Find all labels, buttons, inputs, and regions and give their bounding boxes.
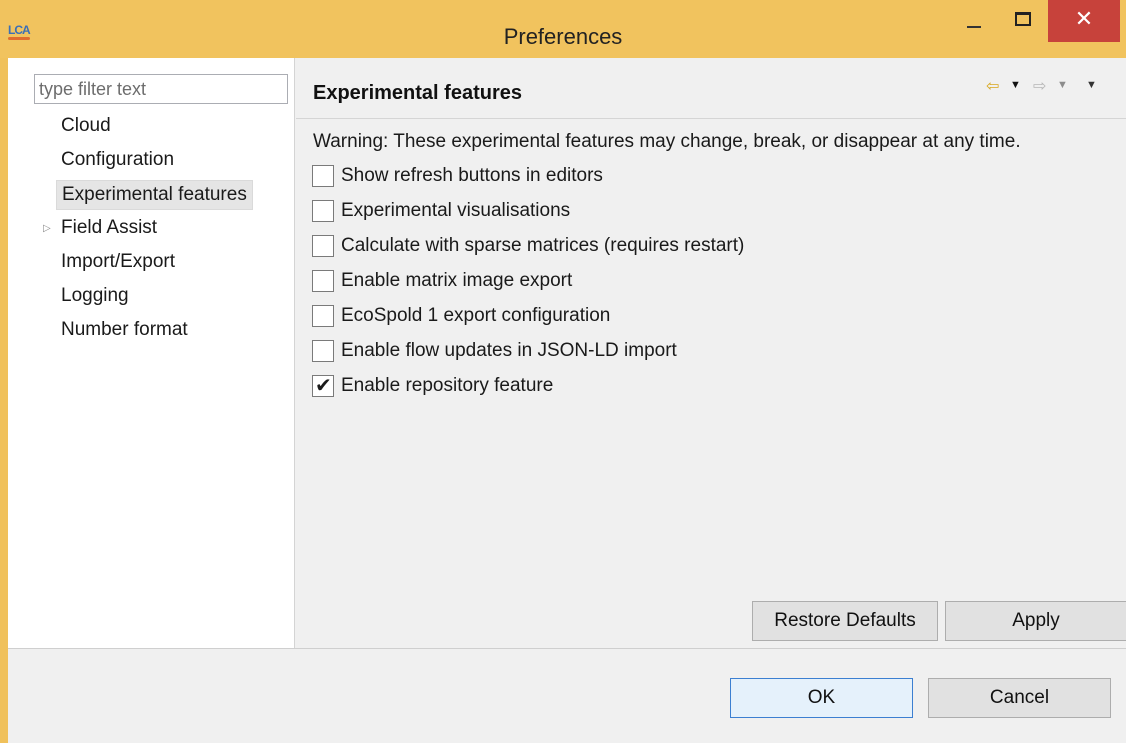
maximize-button[interactable] xyxy=(1004,0,1042,43)
preference-page: Experimental features ⇦ ▼ ⇨ ▼ ▼ Warning:… xyxy=(296,58,1126,648)
warning-text: Warning: These experimental features may… xyxy=(313,131,1021,152)
footer-divider xyxy=(8,648,1126,649)
ok-button[interactable]: OK xyxy=(730,678,913,718)
option-row[interactable]: Experimental visualisations xyxy=(312,199,1012,227)
minimize-icon xyxy=(967,26,981,28)
option-label: Calculate with sparse matrices (requires… xyxy=(341,235,745,256)
option-row[interactable]: Show refresh buttons in editors xyxy=(312,164,1012,192)
option-row[interactable]: Enable matrix image export xyxy=(312,269,1012,297)
page-title: Experimental features xyxy=(313,82,522,104)
option-label: EcoSpold 1 export configuration xyxy=(341,305,611,326)
tree-item[interactable]: Cloud xyxy=(56,112,116,142)
tree-item[interactable]: Field Assist xyxy=(56,214,162,244)
back-history-dropdown-icon[interactable]: ▼ xyxy=(1010,79,1021,91)
forward-arrow-icon[interactable]: ⇨ xyxy=(1033,76,1046,96)
cancel-button[interactable]: Cancel xyxy=(928,678,1111,718)
apply-button[interactable]: Apply xyxy=(945,601,1126,641)
dialog-client-area: Cloud Configuration Experimental features ▷… xyxy=(8,58,1126,743)
view-menu-icon[interactable]: ▼ xyxy=(1086,79,1097,91)
option-checkbox[interactable] xyxy=(312,305,334,327)
tree-item[interactable]: Logging xyxy=(56,282,134,312)
option-row[interactable]: EcoSpold 1 export configuration xyxy=(312,304,1012,332)
restore-defaults-button[interactable]: Restore Defaults xyxy=(752,601,938,641)
back-arrow-icon[interactable]: ⇦ xyxy=(986,76,999,96)
option-label: Experimental visualisations xyxy=(341,200,571,221)
expand-arrow-icon[interactable]: ▷ xyxy=(43,223,53,234)
option-checkbox[interactable] xyxy=(312,165,334,187)
filter-input[interactable] xyxy=(34,74,288,104)
option-checkbox[interactable] xyxy=(312,235,334,257)
forward-history-dropdown-icon[interactable]: ▼ xyxy=(1057,79,1068,91)
header-divider xyxy=(296,118,1126,119)
option-row[interactable]: Enable flow updates in JSON-LD import xyxy=(312,339,1012,367)
option-label: Enable flow updates in JSON-LD import xyxy=(341,340,677,361)
tree-item[interactable]: Number format xyxy=(56,316,193,346)
tree-item[interactable]: Experimental features xyxy=(56,180,253,210)
option-checkbox[interactable] xyxy=(312,200,334,222)
option-row[interactable]: Calculate with sparse matrices (requires… xyxy=(312,234,1012,262)
option-checkbox[interactable] xyxy=(312,270,334,292)
option-row[interactable]: ✔ Enable repository feature xyxy=(312,373,1012,402)
close-button[interactable]: ✕ xyxy=(1048,0,1120,42)
preferences-window: LCA Preferences ✕ Cloud Configuration Expe… xyxy=(0,0,1126,743)
page-header: Experimental features ⇦ ▼ ⇨ ▼ ▼ xyxy=(296,58,1126,118)
maximize-icon xyxy=(1015,12,1031,26)
tree-item[interactable]: Import/Export xyxy=(56,248,180,278)
option-checkbox[interactable]: ✔ xyxy=(312,373,334,397)
minimize-button[interactable] xyxy=(954,0,994,43)
option-label: Enable matrix image export xyxy=(341,270,573,291)
checkmark-icon: ✔ xyxy=(315,373,332,397)
title-bar[interactable]: LCA Preferences ✕ xyxy=(0,0,1126,58)
tree-item[interactable]: Configuration xyxy=(56,146,179,176)
preferences-nav: Cloud Configuration Experimental features ▷… xyxy=(8,58,295,648)
option-checkbox[interactable] xyxy=(312,340,334,362)
close-icon: ✕ xyxy=(1074,7,1094,32)
option-label: Show refresh buttons in editors xyxy=(341,165,603,186)
option-label: Enable repository feature xyxy=(341,375,554,396)
